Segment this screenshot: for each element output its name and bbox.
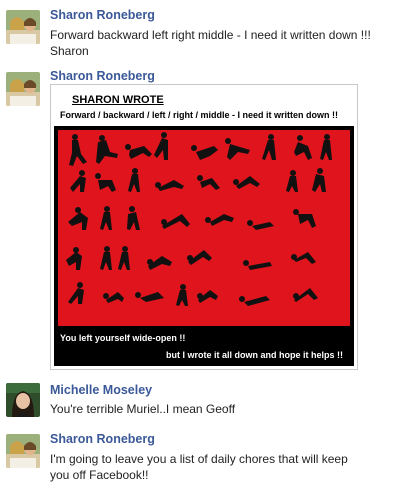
image-subtitle: Forward / backward / left / right / midd… <box>60 110 339 120</box>
author-link[interactable]: Sharon Roneberg <box>50 69 155 83</box>
avatar[interactable] <box>6 10 40 44</box>
comment-line: you off Facebook!! <box>50 468 149 482</box>
attached-image[interactable]: SHARON WROTE Forward / backward / left /… <box>50 84 358 370</box>
avatar[interactable] <box>6 434 40 468</box>
author-link[interactable]: Michelle Moseley <box>50 383 152 397</box>
comment-text: Forward backward left right middle - I n… <box>50 27 390 59</box>
silhouettes-illustration <box>66 132 332 306</box>
comment-line: Sharon <box>50 44 89 58</box>
image-content: SHARON WROTE Forward / backward / left /… <box>54 88 354 366</box>
image-banner: SHARON WROTE Forward / backward / left /… <box>54 88 354 126</box>
image-title: SHARON WROTE <box>72 94 164 106</box>
avatar[interactable] <box>6 72 40 106</box>
comment-line: Forward backward left right middle - I n… <box>50 28 371 42</box>
silhouette-panel <box>58 130 350 326</box>
comment-text: I'm going to leave you a list of daily c… <box>50 451 390 483</box>
comment-line: I'm going to leave you a list of daily c… <box>50 452 348 466</box>
image-caption-1: You left yourself wide-open !! <box>60 333 186 343</box>
image-caption-2: but I wrote it all down and hope it help… <box>166 350 343 360</box>
comment-line: You're terrible Muriel..I mean Geoff <box>50 402 236 416</box>
comment-text: You're terrible Muriel..I mean Geoff <box>50 401 390 417</box>
author-link[interactable]: Sharon Roneberg <box>50 8 155 22</box>
avatar[interactable] <box>6 383 40 417</box>
author-link[interactable]: Sharon Roneberg <box>50 432 155 446</box>
